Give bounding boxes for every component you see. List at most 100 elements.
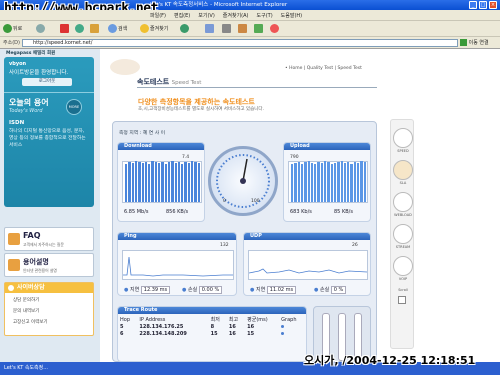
links-label[interactable]: 연결 xyxy=(479,40,488,46)
throughput-bar xyxy=(314,164,317,202)
more-button[interactable]: MORE xyxy=(66,99,82,115)
ping-header: Ping xyxy=(118,233,236,240)
term-name: ISDN xyxy=(9,120,25,126)
throughput-bar xyxy=(310,163,314,202)
throughput-bar xyxy=(347,162,350,202)
udp-graph xyxy=(248,250,368,280)
cyber-item[interactable]: 상담 문의하기 xyxy=(13,297,39,303)
udp-panel: UDP 26 ● 지연 11.02 ms ● 손실 0 % xyxy=(243,232,371,296)
help-links: FAQ 고객에서 자주하시는 질문 용어설명 인터넷 관련용어 설명 xyxy=(4,223,94,278)
term-description: 하나의 디지털 통신망으로 음성, 문자, 영상 등의 정보를 종합적으로 전달… xyxy=(9,129,86,148)
subheadline: 초,시,고객장비성능테스트를 별도로 실시하여 서비스하고 있습니다. xyxy=(138,107,264,112)
menu-bar: 파일(F) 편집(E) 보기(V) 즐겨찾기(A) 도구(T) 도움말(H) xyxy=(0,10,500,21)
throughput-bar xyxy=(161,162,164,202)
speed-test-frame: 측정 지역 : 혜 연 사 이 Download 7.4 6.85 Mb/s 8… xyxy=(112,121,377,362)
address-label: 주소(D) xyxy=(3,40,20,46)
print-button[interactable] xyxy=(222,24,232,34)
menu-item[interactable]: 보기(V) xyxy=(198,13,215,19)
search-button[interactable]: 검색 xyxy=(108,24,127,34)
ping-latency: ● 지연 12.39 ms xyxy=(124,286,171,294)
faq-link[interactable]: FAQ 고객에서 자주하시는 질문 xyxy=(4,227,94,251)
gauge-min-label: 0 xyxy=(223,199,226,204)
throughput-bar xyxy=(324,161,327,202)
download-bars xyxy=(125,161,201,202)
throughput-bar xyxy=(330,164,333,202)
ping-panel: Ping 132 ● 지연 12.39 ms ● 손실 0.00 % xyxy=(117,232,237,296)
throughput-bar xyxy=(294,163,297,202)
webload-icon[interactable] xyxy=(393,192,413,212)
discuss-icon xyxy=(254,24,263,33)
voip-icon[interactable] xyxy=(393,256,413,276)
ping-loss: ● 손실 0.00 % xyxy=(182,286,223,294)
edit-button[interactable] xyxy=(238,24,248,34)
greeting-name: vbyon xyxy=(9,61,27,67)
menu-item[interactable]: 즐겨찾기(A) xyxy=(223,13,249,19)
mail-button[interactable] xyxy=(205,24,215,34)
home-button[interactable] xyxy=(90,24,100,34)
maximize-button[interactable]: □ xyxy=(479,1,487,9)
go-button[interactable]: 이동 연결 xyxy=(460,39,496,47)
close-button[interactable]: × xyxy=(489,1,497,9)
trace-header-row: Hop IP Address 최저 최고 평균(ms) Graph xyxy=(120,316,297,324)
cyber-item[interactable]: 문의 내역보기 xyxy=(13,308,39,314)
sla-icon[interactable] xyxy=(393,160,413,180)
discuss-button[interactable] xyxy=(254,24,264,34)
throughput-bar xyxy=(317,162,320,202)
date-stamp: 오시가, /2004-12-25 12:18:51 xyxy=(304,354,476,367)
speed-icon[interactable] xyxy=(393,128,413,148)
upload-graph xyxy=(288,161,368,203)
throughput-bar xyxy=(357,163,360,202)
glossary-link[interactable]: 용어설명 인터넷 관련용어 설명 xyxy=(4,253,94,277)
test-menu-label: STREAM xyxy=(395,245,411,249)
refresh-button[interactable] xyxy=(75,24,85,34)
throughput-bar xyxy=(191,161,194,202)
cyber-title: 사이버상담 xyxy=(5,283,93,293)
scroll-checkbox[interactable] xyxy=(398,296,406,304)
forward-button[interactable] xyxy=(36,24,46,34)
throughput-bar xyxy=(363,162,366,202)
download-gauge-value: 7.4 xyxy=(182,155,190,160)
cyber-item[interactable]: 고장신고 이력보기 xyxy=(13,319,48,325)
throughput-bar xyxy=(297,162,300,202)
left-sidebar: Megapass 패밀리 회원 vbyon 사이트방문을 환영합니다. 로그아웃… xyxy=(0,49,100,362)
throughput-bar xyxy=(304,162,307,202)
edit-icon xyxy=(238,24,247,33)
throughput-bar xyxy=(181,164,184,202)
stop-button[interactable] xyxy=(60,24,70,34)
book-icon xyxy=(8,259,20,271)
menu-item[interactable]: 편집(E) xyxy=(174,13,190,19)
stream-icon[interactable] xyxy=(393,224,413,244)
gauge-dial xyxy=(216,154,270,208)
address-bar: 주소(D) http://speed.kornet.net/ 이동 연결 xyxy=(0,37,500,49)
udp-loss: ● 손실 0 % xyxy=(314,286,347,294)
welcome-box: vbyon 사이트방문을 환영합니다. 로그아웃 오늘의 용어 Today's … xyxy=(4,57,94,207)
gauge-max-label: 100 xyxy=(251,199,260,204)
throughput-bar xyxy=(141,163,144,202)
udp-header: UDP xyxy=(244,233,370,240)
throughput-bar xyxy=(333,163,337,202)
history-button[interactable] xyxy=(180,24,190,34)
messenger-button[interactable] xyxy=(270,24,280,34)
logout-button[interactable]: 로그아웃 xyxy=(22,78,72,86)
throughput-bar xyxy=(327,162,330,202)
test-menu-panel: SPEED SLA WEBLOAD STREAM VOIP Scroll xyxy=(390,119,414,349)
back-button[interactable]: 뒤로 xyxy=(3,24,22,34)
favorites-button[interactable]: 즐겨찾기 xyxy=(140,24,168,34)
throughput-bar xyxy=(307,161,310,202)
menu-item[interactable]: 파일(F) xyxy=(150,13,166,19)
chat-icon xyxy=(8,285,14,291)
taskbar-item[interactable]: Let's KT 속도측정... xyxy=(4,364,48,371)
menu-item[interactable]: 도움말(H) xyxy=(281,13,302,19)
menu-item[interactable]: 도구(T) xyxy=(257,13,273,19)
address-input[interactable]: http://speed.kornet.net/ xyxy=(22,39,458,47)
star-icon xyxy=(140,24,149,33)
throughput-bar xyxy=(154,162,158,202)
ping-line-chart xyxy=(123,256,233,277)
udp-max-label: 26 xyxy=(352,243,358,248)
minimize-button[interactable]: _ xyxy=(469,1,477,9)
divider xyxy=(4,92,94,93)
megapass-logo: Megapass 패밀리 회원 xyxy=(6,51,56,56)
test-menu-label: SLA xyxy=(399,181,407,185)
throughput-bar xyxy=(158,163,161,202)
download-graph xyxy=(122,161,202,203)
